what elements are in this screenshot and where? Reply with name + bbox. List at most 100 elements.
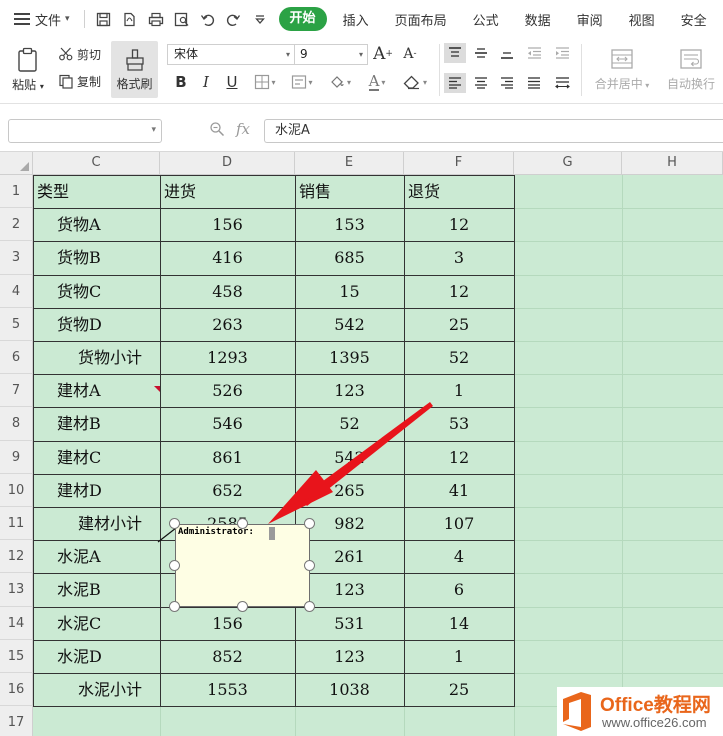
underline-icon[interactable]: U [222,72,242,92]
table-cell-value[interactable]: 53 [404,414,514,434]
table-cell-value[interactable]: 156 [160,215,295,235]
row-header-11[interactable]: 11 [0,507,33,541]
bold-icon[interactable]: B [171,72,191,92]
fill-color-icon[interactable]: ▾ [325,72,355,92]
table-cell-value[interactable]: 4 [404,547,514,567]
table-cell-value[interactable]: 458 [160,282,295,302]
row-header-9[interactable]: 9 [0,440,33,474]
print-icon[interactable] [143,8,169,30]
tab-view[interactable]: 视图 [616,10,668,29]
table-cell-value[interactable]: 542 [295,448,404,468]
table-cell-value[interactable]: 1553 [160,680,295,700]
align-middle-icon[interactable] [470,43,492,63]
table-cell-value[interactable]: 546 [160,414,295,434]
table-cell-type[interactable]: 货物B [57,248,101,268]
row-header-14[interactable]: 14 [0,606,33,640]
customize-quick-access-icon[interactable] [247,8,273,30]
table-cell-value[interactable]: 25 [404,315,514,335]
cut-button[interactable]: 剪切 [58,44,106,64]
table-cell-value[interactable]: 263 [160,315,295,335]
table-cell-type[interactable]: 货物C [57,282,101,302]
row-header-2[interactable]: 2 [0,208,33,242]
column-header-f[interactable]: F [404,152,514,175]
tab-security[interactable]: 安全 [668,10,720,29]
table-cell-value[interactable]: 1 [404,647,514,667]
table-cell-type[interactable]: 货物D [57,315,102,335]
resize-handle-top-left[interactable] [169,518,180,529]
table-cell-value[interactable]: 526 [160,381,295,401]
table-cell-value[interactable]: 156 [160,614,295,634]
table-header-cell[interactable]: 销售 [299,182,331,202]
cell-style-icon[interactable]: ▾ [287,72,317,92]
table-cell-value[interactable]: 52 [404,348,514,368]
table-cell-type[interactable]: 水泥B [57,580,101,600]
table-cell-value[interactable]: 265 [295,481,404,501]
table-cell-value[interactable]: 652 [160,481,295,501]
justify-icon[interactable] [523,73,545,93]
print-preview-icon[interactable] [169,8,195,30]
font-color-icon[interactable]: A ▾ [362,72,392,92]
tab-review[interactable]: 审阅 [564,10,616,29]
file-menu[interactable]: 文件 ▾ [0,0,78,38]
table-cell-type[interactable]: 水泥D [57,647,102,667]
table-cell-type[interactable]: 建材C [57,448,101,468]
row-header-13[interactable]: 13 [0,573,33,607]
table-cell-value[interactable]: 123 [295,647,404,667]
font-size-select[interactable]: 9 ▾ [294,44,368,65]
row-header-8[interactable]: 8 [0,407,33,441]
tab-home[interactable]: 开始 [278,7,327,31]
table-cell-value[interactable]: 41 [404,481,514,501]
decrease-indent-icon[interactable] [523,43,545,63]
table-cell-value[interactable]: 12 [404,282,514,302]
table-cell-value[interactable]: 123 [295,580,404,600]
align-right-icon[interactable] [496,73,518,93]
table-cell-type[interactable]: 货物小计 [78,348,142,368]
table-cell-value[interactable]: 153 [295,215,404,235]
row-header-15[interactable]: 15 [0,639,33,673]
table-cell-value[interactable]: 107 [404,514,514,534]
row-header-1[interactable]: 1 [0,175,33,209]
table-cell-type[interactable]: 货物A [57,215,101,235]
row-header-5[interactable]: 5 [0,307,33,341]
resize-handle-bottom-right[interactable] [304,601,315,612]
resize-handle-top-right[interactable] [304,518,315,529]
table-cell-value[interactable]: 1293 [160,348,295,368]
align-center-icon[interactable] [470,73,492,93]
increase-indent-icon[interactable] [551,43,573,63]
decrease-font-size-icon[interactable]: A- [399,43,421,65]
column-header-d[interactable]: D [160,152,295,175]
row-header-3[interactable]: 3 [0,241,33,275]
table-cell-value[interactable]: 12 [404,215,514,235]
table-header-cell[interactable]: 进货 [164,182,196,202]
table-cell-type[interactable]: 水泥C [57,614,101,634]
tab-page-layout[interactable]: 页面布局 [382,10,460,29]
table-cell-value[interactable]: 15 [295,282,404,302]
table-cell-type[interactable]: 水泥A [57,547,101,567]
tab-insert[interactable]: 插入 [330,10,382,29]
function-icon[interactable]: fx [236,120,250,138]
row-header-16[interactable]: 16 [0,673,33,707]
name-box[interactable]: ▾ [8,119,162,143]
table-cell-value[interactable]: 52 [295,414,404,434]
table-cell-value[interactable]: 861 [160,448,295,468]
save-icon[interactable] [91,8,117,30]
borders-icon[interactable]: ▾ [250,72,280,92]
row-header-12[interactable]: 12 [0,540,33,574]
italic-icon[interactable]: I [196,72,216,92]
column-header-g[interactable]: G [514,152,622,175]
auto-wrap-button[interactable]: 自动换行 [662,42,720,98]
align-bottom-icon[interactable] [496,43,518,63]
resize-handle-left[interactable] [169,560,180,571]
row-header-10[interactable]: 10 [0,473,33,507]
redo-icon[interactable] [221,8,247,30]
tab-data[interactable]: 数据 [512,10,564,29]
table-cell-value[interactable]: 25 [404,680,514,700]
row-header-17[interactable]: 17 [0,706,33,736]
resize-handle-top[interactable] [237,518,248,529]
resize-handle-right[interactable] [304,560,315,571]
table-cell-type[interactable]: 水泥小计 [78,680,142,700]
table-cell-value[interactable]: 1 [404,381,514,401]
table-cell-value[interactable]: 416 [160,248,295,268]
column-header-h[interactable]: H [622,152,723,175]
undo-icon[interactable] [195,8,221,30]
